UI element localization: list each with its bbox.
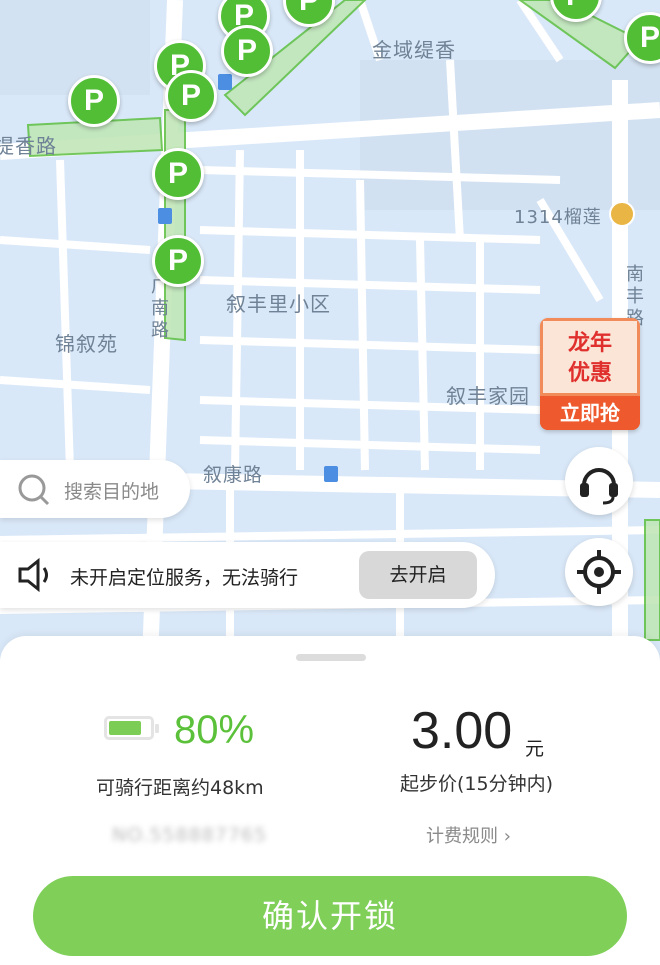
parking-pin[interactable]: P: [152, 148, 204, 200]
location-notice-bar: 未开启定位服务，无法骑行 去开启: [0, 542, 495, 608]
map-label-guangnan-road: 广南路: [151, 276, 169, 341]
parking-pin[interactable]: P: [221, 25, 273, 77]
start-price-label: 起步价(15分钟内): [400, 773, 554, 795]
map-label-jinyu: 金域缇香: [372, 38, 456, 62]
battery-percent: 80%: [174, 708, 255, 752]
map-label-tixiang-road: 提香路: [0, 134, 57, 158]
parking-pin[interactable]: P: [68, 75, 120, 127]
map-label-xufeng-home: 叙丰家园: [446, 384, 530, 408]
map-label-durian: 1314榴莲: [514, 207, 602, 228]
headset-icon: [580, 468, 618, 505]
range-text: 可骑行距离约48km: [96, 777, 264, 799]
vehicle-code: NO.558887765: [112, 824, 268, 846]
search-bar[interactable]: 搜索目的地: [0, 460, 190, 518]
start-price: 3.00: [411, 702, 513, 760]
promo-title: 龙年 优惠: [540, 318, 640, 396]
bus-stop-icon: [218, 74, 232, 90]
bus-stop-icon: [324, 466, 338, 482]
shop-icon: [609, 201, 635, 227]
speaker-icon: [18, 557, 48, 593]
crosshair-icon: [577, 550, 621, 594]
map-view[interactable]: 金域缇香 提香路 1314榴莲 叙丰里小区 锦叙苑 叙丰家园 叙康路 广南路 南…: [0, 0, 660, 660]
parking-pin[interactable]: P: [152, 235, 204, 287]
customer-service-button[interactable]: [565, 447, 633, 515]
search-icon: [18, 474, 50, 506]
battery-icon: [104, 716, 159, 740]
pricing-rules-link[interactable]: 计费规则 ›: [426, 822, 511, 848]
enable-location-button[interactable]: 去开启: [359, 551, 477, 599]
vehicle-info-sheet: 80% 可骑行距离约48km NO.558887765 3.00 元 起步价(1…: [0, 636, 660, 965]
sheet-drag-handle[interactable]: [296, 654, 366, 661]
promo-banner[interactable]: 龙年 优惠 立即抢: [540, 318, 640, 430]
confirm-unlock-button[interactable]: 确认开锁: [33, 876, 627, 956]
price-unit: 元: [525, 738, 545, 760]
map-label-xukang-road: 叙康路: [203, 464, 264, 486]
bus-stop-icon: [158, 208, 172, 224]
promo-button[interactable]: 立即抢: [540, 396, 640, 430]
location-notice-text: 未开启定位服务，无法骑行: [70, 567, 299, 589]
search-placeholder: 搜索目的地: [64, 481, 160, 503]
map-label-xufengli: 叙丰里小区: [226, 292, 331, 316]
promo-line2: 优惠: [567, 361, 612, 386]
map-label-jinxuyuan: 锦叙苑: [55, 332, 118, 356]
parking-pin[interactable]: P: [165, 70, 217, 122]
locate-me-button[interactable]: [565, 538, 633, 606]
promo-line1: 龙年: [567, 331, 612, 356]
